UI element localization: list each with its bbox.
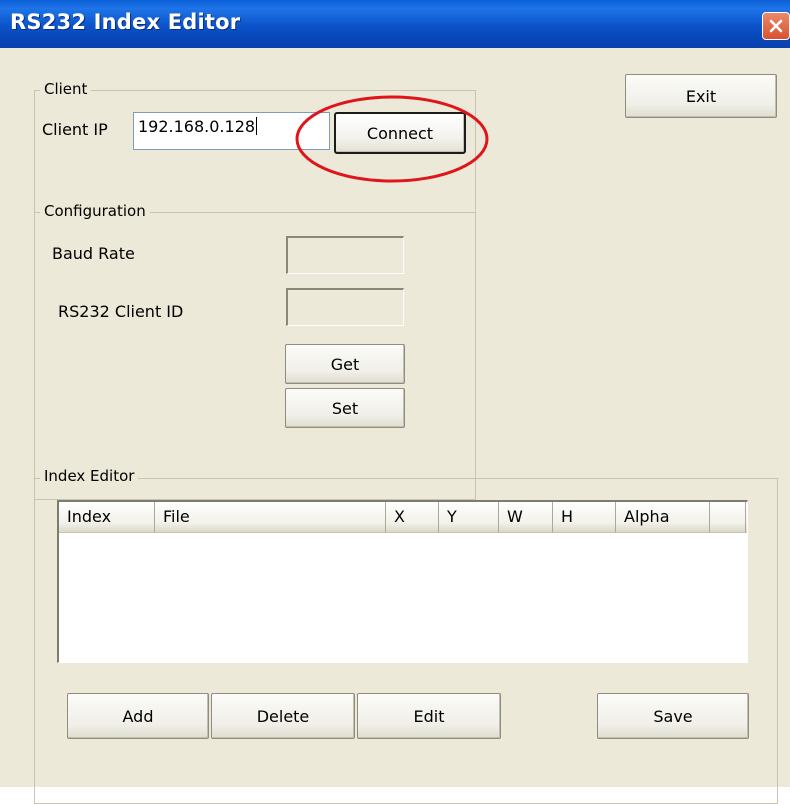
form-body: Client Client IP 192.168.0.128 Connect C… xyxy=(0,48,790,804)
column-header-h[interactable]: H xyxy=(553,502,616,532)
save-button[interactable]: Save xyxy=(597,693,749,739)
delete-button[interactable]: Delete xyxy=(211,693,355,739)
delete-button-label: Delete xyxy=(256,706,310,726)
window-title: RS232 Index Editor xyxy=(10,10,241,34)
column-header-file[interactable]: File xyxy=(155,502,386,532)
client-ip-label: Client IP xyxy=(42,120,108,139)
client-ip-value: 192.168.0.128 xyxy=(138,117,256,136)
column-header-extra[interactable] xyxy=(710,502,746,532)
get-button[interactable]: Get xyxy=(285,344,405,384)
column-label-y: Y xyxy=(447,507,457,526)
title-bar[interactable]: RS232 Index Editor xyxy=(0,0,790,48)
save-button-label: Save xyxy=(653,706,693,726)
exit-button[interactable]: Exit xyxy=(625,74,777,118)
configuration-group-label: Configuration xyxy=(40,202,150,220)
client-ip-field[interactable]: 192.168.0.128 xyxy=(133,112,330,150)
column-label-w: W xyxy=(507,507,523,526)
edit-button-label: Edit xyxy=(413,706,445,726)
baud-rate-label: Baud Rate xyxy=(52,244,135,263)
connect-button[interactable]: Connect xyxy=(334,112,466,154)
column-label-index: Index xyxy=(67,507,112,526)
add-button[interactable]: Add xyxy=(67,693,209,739)
set-button[interactable]: Set xyxy=(285,388,405,428)
column-header-w[interactable]: W xyxy=(499,502,553,532)
column-label-alpha: Alpha xyxy=(624,507,670,526)
column-label-x: X xyxy=(394,507,405,526)
index-list[interactable]: Index File X Y W H Alpha xyxy=(57,500,748,663)
app-window: RS232 Index Editor Client Client IP 192.… xyxy=(0,0,790,804)
column-header-alpha[interactable]: Alpha xyxy=(616,502,710,532)
index-editor-group-label: Index Editor xyxy=(40,467,139,485)
column-label-h: H xyxy=(561,507,574,526)
close-icon xyxy=(769,19,783,33)
column-header-y[interactable]: Y xyxy=(439,502,499,532)
index-list-header: Index File X Y W H Alpha xyxy=(59,502,747,533)
client-group-label: Client xyxy=(40,80,92,98)
rs232-client-id-field[interactable] xyxy=(286,288,404,326)
exit-button-label: Exit xyxy=(685,86,717,106)
add-button-label: Add xyxy=(122,706,154,726)
set-button-label: Set xyxy=(331,398,359,418)
column-header-index[interactable]: Index xyxy=(59,502,155,532)
column-header-x[interactable]: X xyxy=(386,502,439,532)
edit-button[interactable]: Edit xyxy=(357,693,501,739)
close-button[interactable] xyxy=(762,12,790,40)
rs232-client-id-label: RS232 Client ID xyxy=(58,302,184,321)
connect-button-label: Connect xyxy=(366,123,434,143)
get-button-label: Get xyxy=(330,354,360,374)
text-caret xyxy=(256,117,258,135)
column-label-file: File xyxy=(163,507,190,526)
baud-rate-field[interactable] xyxy=(286,236,404,274)
